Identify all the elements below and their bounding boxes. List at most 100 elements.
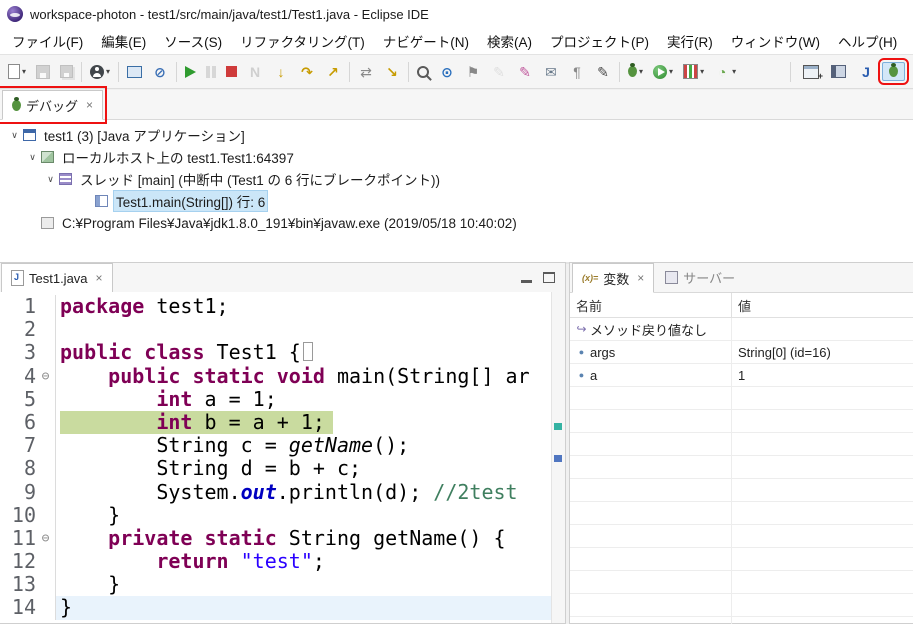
code-line[interactable]: String c = getName(); (56, 434, 552, 457)
occurrence-marker[interactable] (554, 455, 562, 462)
code-line[interactable]: String d = b + c; (56, 457, 552, 480)
disconnect-button[interactable]: N (243, 60, 267, 84)
java-perspective-button[interactable]: J (854, 60, 878, 84)
tree-expander-icon[interactable]: ∨ (6, 130, 23, 141)
menu-item-refactor[interactable]: リファクタリング(T) (231, 27, 374, 55)
overview-ruler[interactable] (551, 292, 565, 623)
fold-marker-icon[interactable]: ⊖ (36, 526, 56, 551)
line-number[interactable]: 11 (0, 526, 36, 550)
save-button[interactable] (32, 61, 54, 83)
show-whitespace-button[interactable]: ¶ (565, 60, 589, 84)
account-button[interactable]: ▾ (86, 61, 114, 83)
resume-button[interactable] (181, 62, 200, 82)
minimize-icon[interactable] (521, 280, 532, 283)
menu-item-source[interactable]: ソース(S) (155, 27, 231, 55)
menu-item-search[interactable]: 検索(A) (478, 27, 541, 55)
close-icon[interactable]: × (637, 271, 644, 285)
code-editor[interactable]: 1 package test1; 2 3 public class Test1 {4 ⊖ … (0, 292, 565, 623)
line-number[interactable]: 14 (0, 596, 36, 619)
save-all-button[interactable] (56, 61, 77, 82)
occurrence-marker[interactable] (554, 423, 562, 430)
debug-perspective-button[interactable] (878, 58, 909, 85)
debug-tree-row[interactable]: ∨ ローカルホスト上の test1.Test1:64397 (0, 146, 913, 168)
line-number[interactable]: 4 (0, 364, 36, 388)
format-button[interactable]: ✎ (513, 60, 537, 84)
close-icon[interactable]: × (96, 271, 103, 285)
step-return-button[interactable]: ↗ (321, 60, 345, 84)
step-filters-button[interactable]: ↘ (380, 60, 404, 84)
line-number[interactable]: 6 (0, 410, 36, 434)
menu-item-navigate[interactable]: ナビゲート(N) (374, 27, 478, 55)
code-line[interactable]: int b = a + 1; (56, 410, 552, 434)
code-line[interactable]: System.out.println(d); //2test (56, 481, 552, 504)
code-line[interactable]: } (56, 504, 552, 527)
edit-mode-button[interactable]: ✎ (591, 60, 615, 84)
open-perspective-button[interactable] (799, 61, 823, 84)
code-line[interactable]: int a = 1; (56, 388, 552, 411)
code-line[interactable] (56, 318, 552, 341)
debug-tree-row[interactable]: ∨ スレッド [main] (中断中 (Test1 の 6 行にブレークポイント)… (0, 168, 913, 190)
variable-row[interactable]: ↪ メソッド戻り値なし (570, 318, 913, 341)
code-line[interactable]: public class Test1 { (56, 341, 552, 364)
line-number[interactable]: 12 (0, 549, 36, 573)
variable-row[interactable]: ● args String[0] (id=16) (570, 341, 913, 364)
code-line[interactable]: private static String getName() { (56, 527, 552, 550)
debug-tree-row[interactable]: Test1.main(String[]) 行: 6 (0, 190, 913, 212)
debug-tree-row[interactable]: ∨ test1 (3) [Java アプリケーション] (0, 124, 913, 146)
menu-item-help[interactable]: ヘルプ(H) (829, 27, 906, 55)
mail-button[interactable]: ✉ (539, 60, 563, 84)
line-number[interactable]: 10 (0, 503, 36, 527)
step-into-button[interactable]: ↓ (269, 60, 293, 84)
line-number[interactable]: 9 (0, 480, 36, 504)
line-number[interactable]: 7 (0, 433, 36, 457)
profile-button[interactable]: ◔ ▾ (710, 60, 740, 84)
menu-item-file[interactable]: ファイル(F) (3, 27, 92, 55)
return-value-icon: ↪ (576, 322, 587, 336)
menu-item-window[interactable]: ウィンドウ(W) (722, 27, 829, 55)
tab-servers[interactable]: サーバー (656, 263, 744, 292)
maximize-icon[interactable] (543, 272, 555, 283)
code-line[interactable]: public static void main(String[] ar (56, 365, 552, 388)
coverage-button[interactable]: ▾ (679, 60, 708, 83)
externalize-strings-button[interactable]: ✎ (487, 60, 511, 84)
variable-row-empty (570, 387, 913, 410)
variable-row-empty (570, 617, 913, 624)
line-number[interactable]: 2 (0, 317, 36, 341)
fold-marker-icon[interactable]: ⊖ (36, 364, 56, 388)
column-value[interactable]: 値 (732, 296, 913, 315)
last-edit-location-button[interactable]: ⚑ (461, 60, 485, 84)
close-icon[interactable]: × (86, 98, 93, 112)
column-name[interactable]: 名前 (570, 293, 732, 317)
menu-item-project[interactable]: プロジェクト(P) (541, 27, 658, 55)
line-number[interactable]: 5 (0, 387, 36, 411)
line-number[interactable]: 8 (0, 457, 36, 480)
drop-to-frame-button[interactable]: ⇄ (354, 60, 378, 84)
open-type-button[interactable]: ⊙ (435, 60, 459, 84)
code-line[interactable]: package test1; (56, 295, 552, 318)
terminate-button[interactable] (222, 62, 241, 81)
skip-breakpoints-button[interactable]: ⊘ (148, 60, 172, 84)
line-number[interactable]: 1 (0, 295, 36, 318)
debug-tree-row[interactable]: C:¥Program Files¥Java¥jdk1.8.0_191¥bin¥j… (0, 212, 913, 234)
line-number[interactable]: 13 (0, 573, 36, 596)
variable-row[interactable]: ● a 1 (570, 364, 913, 387)
new-button[interactable]: ▾ (4, 60, 30, 83)
debug-button[interactable]: ▾ (624, 62, 647, 81)
line-number[interactable]: 3 (0, 341, 36, 364)
tab-test1-java[interactable]: Test1.java × (1, 263, 113, 293)
suspend-button[interactable] (202, 62, 220, 82)
menu-item-edit[interactable]: 編集(E) (92, 27, 155, 55)
search-button[interactable] (413, 62, 433, 82)
code-line[interactable]: } (56, 573, 552, 596)
step-over-button[interactable]: ↷ (295, 60, 319, 84)
code-line[interactable]: } (56, 596, 552, 620)
menu-item-run[interactable]: 実行(R) (658, 27, 722, 55)
code-line[interactable]: return "test"; (56, 550, 552, 573)
tree-expander-icon[interactable]: ∨ (24, 152, 41, 163)
tree-expander-icon[interactable]: ∨ (42, 174, 59, 185)
run-button[interactable]: ▾ (649, 61, 677, 83)
tab-debug[interactable]: デバッグ × (0, 86, 108, 124)
open-console-button[interactable] (123, 62, 146, 82)
javaee-perspective-button[interactable] (827, 61, 850, 82)
tab-variables[interactable]: (x)= 変数 × (572, 263, 655, 293)
